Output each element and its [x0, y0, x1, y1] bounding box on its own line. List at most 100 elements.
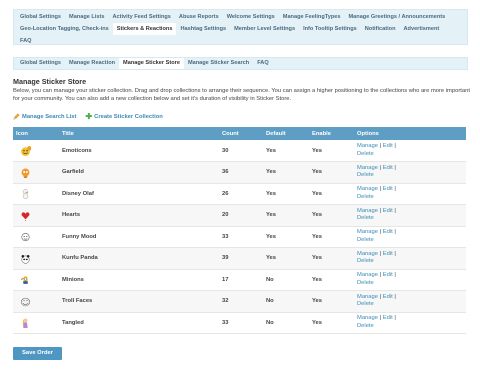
table-row[interactable]: Minions 17 No Yes Manage | Edit | Delete	[13, 269, 466, 291]
tangled-sticker-icon	[22, 318, 28, 329]
manage-link[interactable]: Manage	[357, 315, 378, 321]
default-status: Yes	[266, 233, 276, 240]
settings-tabs: Global Settings Manage Lists Activity Fe…	[13, 9, 468, 45]
sticker-icon-cell	[13, 226, 62, 248]
edit-link[interactable]: Edit	[383, 251, 393, 257]
table-row[interactable]: Hearts 20 Yes Yes Manage | Edit | Delete	[13, 204, 466, 227]
subtab-faq[interactable]: FAQ	[253, 58, 273, 69]
option-separator: |	[394, 293, 396, 300]
manage-link[interactable]: Manage	[357, 229, 378, 235]
tab-activity-feed-settings[interactable]: Activity Feed Settings	[108, 11, 174, 23]
delete-link[interactable]: Delete	[357, 215, 374, 221]
manage-link[interactable]: Manage	[357, 294, 378, 300]
manage-link[interactable]: Manage	[357, 272, 378, 278]
sticker-store-page: Global Settings Manage Lists Activity Fe…	[0, 0, 480, 373]
sticker-count: 32	[222, 298, 229, 305]
edit-link[interactable]: Edit	[383, 294, 393, 300]
sticker-icon-cell	[13, 140, 62, 162]
header-icon: Icon	[13, 127, 62, 140]
action-links: Manage Search List ✚ Create Sticker Coll…	[13, 112, 163, 121]
pencil-icon	[13, 113, 20, 120]
create-sticker-collection-label: Create Sticker Collection	[94, 113, 163, 120]
edit-link[interactable]: Edit	[383, 208, 393, 214]
enable-status: Yes	[312, 169, 322, 176]
enable-status: Yes	[312, 190, 322, 197]
tab-manage-greetings[interactable]: Manage Greetings / Announcements	[345, 11, 450, 23]
manage-link[interactable]: Manage	[357, 251, 378, 257]
header-default[interactable]: Default	[266, 127, 312, 140]
header-count[interactable]: Count	[222, 127, 266, 140]
edit-link[interactable]: Edit	[383, 143, 393, 149]
tab-geo-location[interactable]: Geo-Location Tagging, Check-ins	[16, 23, 113, 35]
tab-stickers-reactions[interactable]: Stickers & Reactions	[112, 23, 177, 35]
tab-hashtag-settings[interactable]: Hashtag Settings	[176, 23, 230, 35]
delete-link[interactable]: Delete	[357, 258, 374, 264]
header-options: Options	[357, 127, 466, 140]
delete-link[interactable]: Delete	[357, 323, 374, 329]
delete-link[interactable]: Delete	[357, 172, 374, 178]
table-row[interactable]: Funny Mood 33 Yes Yes Manage | Edit | Delete	[13, 226, 466, 248]
subtab-manage-reaction[interactable]: Manage Reaction	[65, 58, 119, 69]
sticker-icon-cell	[13, 162, 62, 184]
table-row[interactable]: Troll Faces 32 No Yes Manage | Edit | Delete	[13, 290, 466, 312]
option-separator: |	[394, 315, 396, 322]
collection-title: Emoticons	[62, 147, 92, 154]
settings-tabs-row-2: Geo-Location Tagging, Check-ins Stickers…	[16, 23, 465, 35]
tab-abuse-reports[interactable]: Abuse Reports	[175, 11, 223, 23]
subtab-manage-sticker-store[interactable]: Manage Sticker Store	[119, 58, 184, 69]
create-sticker-collection-link[interactable]: ✚ Create Sticker Collection	[85, 112, 163, 121]
sticker-count: 36	[222, 169, 229, 176]
tab-faq[interactable]: FAQ	[16, 35, 36, 47]
manage-search-list-link[interactable]: Manage Search List	[13, 113, 76, 120]
delete-link[interactable]: Delete	[357, 194, 374, 200]
table-row[interactable]: Emoticons 30 Yes Yes Manage | Edit | Delete	[13, 140, 466, 162]
edit-link[interactable]: Edit	[383, 186, 393, 192]
table-row[interactable]: Disney Olaf 26 Yes Yes Manage | Edit | Delete	[13, 183, 466, 205]
row-options: Manage | Edit | Delete	[357, 269, 466, 291]
default-status: Yes	[266, 169, 276, 176]
subtab-global-settings[interactable]: Global Settings	[16, 58, 65, 69]
manage-link[interactable]: Manage	[357, 165, 378, 171]
delete-link[interactable]: Delete	[357, 301, 374, 307]
sticker-icon-cell	[13, 269, 62, 291]
header-title[interactable]: Title	[62, 127, 222, 140]
header-enable[interactable]: Enable	[312, 127, 357, 140]
edit-link[interactable]: Edit	[383, 229, 393, 235]
collection-title: Kunfu Panda	[62, 255, 98, 262]
table-row[interactable]: Tangled 33 No Yes Manage | Edit | Delete	[13, 312, 466, 334]
subtab-manage-sticker-search[interactable]: Manage Sticker Search	[184, 58, 253, 69]
settings-tabs-row-3: FAQ	[16, 35, 465, 47]
tab-global-settings[interactable]: Global Settings	[16, 11, 65, 23]
edit-link[interactable]: Edit	[383, 165, 393, 171]
tab-info-tooltip-settings[interactable]: Info Tooltip Settings	[299, 23, 361, 35]
table-row[interactable]: Kunfu Panda 39 Yes Yes Manage | Edit | Delete	[13, 247, 466, 269]
manage-link[interactable]: Manage	[357, 186, 378, 192]
option-separator: |	[379, 143, 382, 149]
row-options: Manage | Edit | Delete	[357, 205, 466, 227]
enable-status: Yes	[312, 319, 322, 326]
tab-member-level-settings[interactable]: Member Level Settings	[230, 23, 299, 35]
table-row[interactable]: Garfield 36 Yes Yes Manage | Edit | Delete	[13, 161, 466, 184]
tab-advertisment[interactable]: Advertisment	[400, 23, 444, 35]
manage-link[interactable]: Manage	[357, 143, 378, 149]
troll-face-sticker-icon	[21, 297, 30, 307]
page-description: Below, you can manage your sticker colle…	[13, 88, 470, 103]
manage-link[interactable]: Manage	[357, 208, 378, 214]
delete-link[interactable]: Delete	[357, 151, 374, 157]
save-order-button[interactable]: Save Order	[13, 347, 62, 360]
tab-manage-lists[interactable]: Manage Lists	[65, 11, 108, 23]
edit-link[interactable]: Edit	[383, 315, 393, 321]
option-separator: |	[394, 164, 396, 171]
tab-manage-feelingtypes[interactable]: Manage FeelingTypes	[279, 11, 345, 23]
option-separator: |	[394, 272, 396, 279]
delete-link[interactable]: Delete	[357, 237, 374, 243]
plus-icon: ✚	[85, 112, 93, 121]
tab-welcome-settings[interactable]: Welcome Settings	[223, 11, 279, 23]
option-separator: |	[394, 229, 396, 236]
edit-link[interactable]: Edit	[383, 272, 393, 278]
tab-notification[interactable]: Notification	[361, 23, 400, 35]
option-separator: |	[379, 164, 382, 171]
delete-link[interactable]: Delete	[357, 280, 374, 286]
row-options: Manage | Edit | Delete	[357, 226, 466, 248]
option-separator: |	[394, 143, 396, 149]
